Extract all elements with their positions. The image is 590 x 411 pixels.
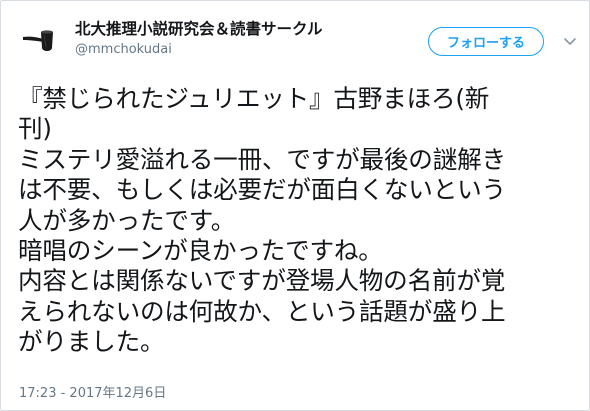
pipe-icon [15,15,61,61]
tweet-header: 北大推理小説研究会＆読書サークル @mmchokudai フォローする [1,1,589,79]
tweet-text-line: 人が多かったです。 [18,205,236,235]
tweet-text-line: 『禁じられたジュリエット』古野まほろ(新 [18,84,490,113]
tweet-text-line: 暗唱のシーンが良かったですね。 [18,236,383,266]
tweet-text: 『禁じられたジュリエット』古野まほろ(新 刊) ミステリ愛溢れる一冊、ですが最後… [18,84,584,358]
tweet-card: 北大推理小説研究会＆読書サークル @mmchokudai フォローする 『禁じら… [0,0,590,411]
tweet-text-line: ミステリ愛溢れる一冊、ですが最後の謎解き [18,144,506,174]
tweet-text-line: は不要、もしくは必要だが面白くないという [18,175,506,205]
chevron-down-icon [564,38,576,45]
tweet-text-line: 内容とは関係ないですが登場人物の名前が覚 [18,266,506,296]
tweet-menu-button[interactable] [561,33,579,51]
author-display-name[interactable]: 北大推理小説研究会＆読書サークル [75,17,323,39]
tweet-text-line: がりました。 [18,327,165,357]
author-screen-name[interactable]: @mmchokudai [75,42,172,57]
tweet-text-line: えられないのは何故か、という話題が盛り上 [18,296,506,326]
tweet-text-line: 刊) [18,114,52,144]
tweet-timestamp[interactable]: 17:23 - 2017年12月6日 [19,382,166,401]
avatar[interactable] [15,15,61,61]
follow-button[interactable]: フォローする [428,27,544,56]
